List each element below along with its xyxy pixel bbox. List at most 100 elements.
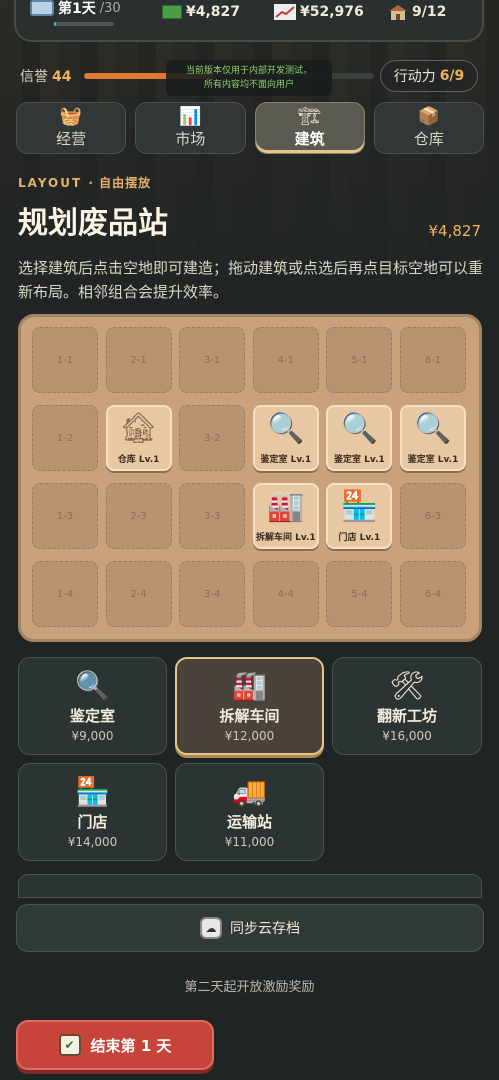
tab-label: 建筑 <box>294 130 325 148</box>
grid-cell-empty[interactable]: 3-2 <box>179 405 246 471</box>
section-money: ¥4,827 <box>428 222 482 240</box>
build-option-price: ¥11,000 <box>224 835 275 849</box>
section-kicker: LAYOUT · 自由摆放 <box>18 174 151 191</box>
sync-cloud-button[interactable]: ☁ 同步云存档 <box>16 904 484 952</box>
reputation-value: 44 <box>52 69 72 85</box>
grid-cell-empty[interactable]: 1-3 <box>32 483 98 549</box>
grid-cell-empty[interactable]: 5-1 <box>326 327 393 393</box>
building-icon: 🔍 <box>267 411 305 446</box>
calendar-check-icon: ✔ <box>58 1034 81 1056</box>
build-option-dismantle[interactable]: 🏭 拆解车间 ¥12,000 <box>175 657 324 755</box>
build-option-shop[interactable]: 🏪 门店 ¥14,000 <box>18 763 167 861</box>
top-stats-bar: 第1天 /30 ¥4,827 ¥52,976 9/12 <box>14 0 484 42</box>
reward-hint: 第二天起开放激励奖励 <box>184 980 315 995</box>
dev-notice: 当前版本仅用于内部开发测试， 所有内容均不面向用户 <box>166 60 332 96</box>
collapsed-panel-edge <box>18 874 482 898</box>
grid-cell-empty[interactable]: 1-2 <box>32 405 98 471</box>
grid-cell-building[interactable]: 🏪 门店 Lv.1 <box>326 483 393 549</box>
grid-cell-empty[interactable]: 1-4 <box>32 561 98 627</box>
capacity-value: 9/12 <box>412 4 447 20</box>
box-icon: 📦 <box>417 106 441 127</box>
grid-cell-empty[interactable]: 6-4 <box>400 561 466 627</box>
tab-label: 经营 <box>56 130 87 148</box>
build-option-name: 运输站 <box>226 813 272 831</box>
build-option-refurbish[interactable]: 🛠 翻新工坊 ¥16,000 <box>332 657 482 755</box>
grid-cell-building[interactable]: 🔍 鉴定室 Lv.1 <box>326 405 393 471</box>
calendar-icon <box>30 0 54 16</box>
building-label: 门店 Lv.1 <box>338 533 381 543</box>
tab-operations[interactable]: 🧺 经营 <box>16 102 127 154</box>
page-title: 规划废品站 <box>18 206 168 241</box>
capacity-stat: 9/12 <box>388 4 446 20</box>
tab-market[interactable]: 📊 市场 <box>135 102 246 154</box>
grid-cell-empty[interactable]: 1-1 <box>32 327 98 393</box>
tab-label: 市场 <box>175 130 206 148</box>
building-icon: 🏭 <box>267 489 305 524</box>
basket-icon: 🧺 <box>59 106 83 127</box>
building-icon: 🏚 <box>119 411 158 446</box>
section-description: 选择建筑后点击空地即可建造；拖动建筑或点选后再点目标空地可以重新布局。相邻组合会… <box>18 259 484 301</box>
cloud-icon: ☁ <box>200 917 222 939</box>
grid-cell-building[interactable]: 🏚 仓库 Lv.1 <box>105 405 172 471</box>
grid-cell-empty[interactable]: 2-4 <box>105 561 172 627</box>
reputation-label: 信誉 44 <box>20 69 72 85</box>
grid-cell-empty[interactable]: 2-1 <box>105 327 172 393</box>
grid-cell-empty[interactable]: 6-3 <box>400 483 466 549</box>
magnifier-icon: 🔍 <box>75 669 110 702</box>
build-option-name: 鉴定室 <box>69 707 115 725</box>
grid-cell-empty[interactable]: 3-3 <box>179 483 246 549</box>
net-worth-value: ¥52,976 <box>300 4 364 20</box>
day-total: /30 <box>99 0 121 16</box>
build-option-price: ¥14,000 <box>67 835 118 849</box>
build-option-transport[interactable]: 🚚 运输站 ¥11,000 <box>175 763 324 861</box>
tools-icon: 🛠 <box>389 669 425 702</box>
cash-icon <box>162 5 182 19</box>
action-label: 行动力 <box>393 69 436 85</box>
notice-line-2: 所有内容均不面向用户 <box>203 80 294 90</box>
end-day-label: 结束第 1 天 <box>90 1036 172 1055</box>
grid-cell-building[interactable]: 🔍 鉴定室 Lv.1 <box>252 405 319 471</box>
grid-cell-empty[interactable]: 6-1 <box>400 327 466 393</box>
building-label: 鉴定室 Lv.1 <box>334 455 385 465</box>
building-icon: 🔍 <box>414 411 452 446</box>
build-option-price: ¥12,000 <box>224 729 275 743</box>
bar-chart-icon: 📊 <box>179 106 202 127</box>
house-icon <box>389 5 407 20</box>
tab-buildings[interactable]: 🏗 建筑 <box>254 102 365 154</box>
building-label: 拆解车间 Lv.1 <box>255 533 316 543</box>
action-value: 6/9 <box>439 68 465 84</box>
grid-cell-empty[interactable]: 4-1 <box>252 327 319 393</box>
notice-line-1: 当前版本仅用于内部开发测试， <box>185 66 312 76</box>
build-option-price: ¥9,000 <box>71 729 114 743</box>
grid-cell-empty[interactable]: 4-4 <box>252 561 319 627</box>
crane-icon: 🏗 <box>298 106 322 127</box>
net-worth-stat: ¥52,976 <box>274 4 364 20</box>
trend-up-icon <box>274 4 296 20</box>
building-icon: 🔍 <box>340 411 379 446</box>
building-label: 鉴定室 Lv.1 <box>407 455 459 465</box>
day-progress-fill <box>54 22 56 26</box>
grid-cell-empty[interactable]: 3-1 <box>179 327 246 393</box>
cash-stat: ¥4,827 <box>162 4 240 20</box>
action-points-badge: 行动力 6/9 <box>380 60 478 92</box>
build-option-name: 门店 <box>77 813 108 831</box>
build-grid: 1-1 2-1 3-1 4-1 5-1 6-1 1-2 🏚 仓库 Lv.1 3-2 🔍 鉴定室 Lv.… <box>18 314 482 642</box>
grid-cell-empty[interactable]: 5-4 <box>326 561 393 627</box>
end-day-button[interactable]: ✔ 结束第 1 天 <box>16 1020 214 1070</box>
building-label: 仓库 Lv.1 <box>117 455 160 465</box>
sync-label: 同步云存档 <box>230 921 300 937</box>
building-label: 鉴定室 Lv.1 <box>260 455 312 465</box>
day-label: 第1天 <box>58 1 96 17</box>
tab-warehouse[interactable]: 📦 仓库 <box>373 102 484 154</box>
build-option-name: 拆解车间 <box>219 707 280 725</box>
day-counter: 第1天 /30 <box>30 0 121 18</box>
workshop-icon: 🏭 <box>232 669 267 702</box>
grid-cell-building[interactable]: 🏭 拆解车间 Lv.1 <box>252 483 319 549</box>
grid-cell-building[interactable]: 🔍 鉴定室 Lv.1 <box>400 405 466 471</box>
store-icon: 🏪 <box>75 775 110 808</box>
build-option-appraisal[interactable]: 🔍 鉴定室 ¥9,000 <box>18 657 167 755</box>
day-progress-bar <box>54 22 114 26</box>
grid-cell-empty[interactable]: 3-4 <box>179 561 246 627</box>
grid-cell-empty[interactable]: 2-3 <box>105 483 172 549</box>
build-option-name: 翻新工坊 <box>376 707 437 725</box>
